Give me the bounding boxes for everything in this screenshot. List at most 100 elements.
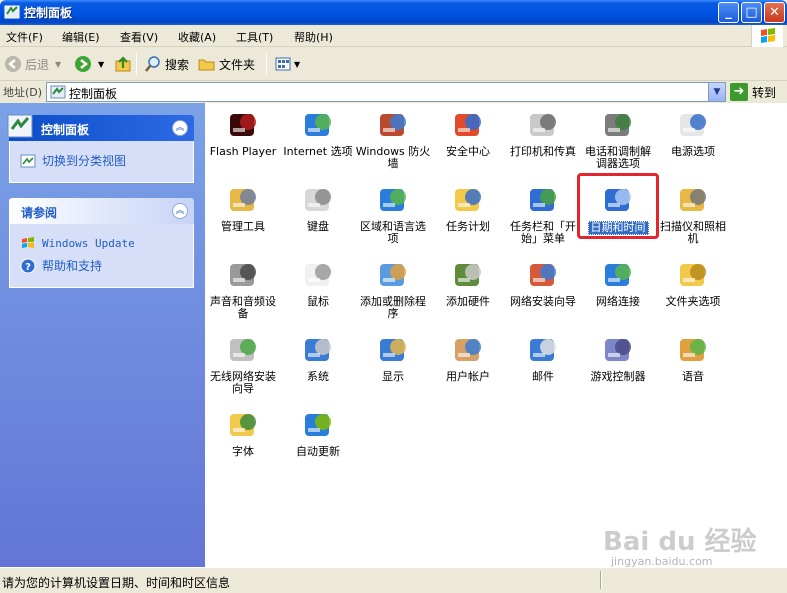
maximize-button[interactable]: □ [741, 2, 762, 23]
automatic-updates-icon [301, 408, 335, 442]
window-title: 控制面板 [24, 6, 73, 20]
back-button[interactable]: 后退 ▼ [4, 52, 61, 76]
control-panel-section-header[interactable]: 控制面板 ︽ [7, 114, 194, 141]
firewall-icon [376, 108, 410, 142]
back-arrow-icon [5, 56, 21, 72]
item-label: 添加硬件 [446, 295, 490, 308]
item-label: 管理工具 [221, 220, 265, 233]
collapse-chevron-icon[interactable]: ︽ [172, 120, 188, 136]
item-label: 字体 [232, 445, 254, 458]
control-panel-item[interactable]: 网络安装向导 [505, 258, 581, 308]
item-label: Windows 防火墙 [355, 145, 431, 170]
control-panel-item[interactable]: 显示 [355, 333, 431, 383]
add-hardware-icon [451, 258, 485, 292]
title-bar: 控制面板 _ □ ✕ [0, 0, 787, 25]
control-panel-item[interactable]: 打印机和传真 [505, 108, 581, 158]
speech-icon [676, 333, 710, 367]
menu-view[interactable]: 查看(V) [120, 29, 158, 45]
control-panel-item[interactable]: 键盘 [280, 183, 356, 233]
control-panel-item[interactable]: 任务栏和「开始」菜单 [505, 183, 581, 245]
control-panel-icon [4, 5, 20, 19]
item-label: 语音 [682, 370, 704, 383]
switch-to-category-view-link[interactable]: 切换到分类视图 [10, 149, 193, 172]
toolbar-separator [266, 53, 267, 75]
windows-update-icon [22, 237, 34, 248]
views-button[interactable]: ▼ [274, 52, 300, 76]
control-panel-item[interactable]: 添加硬件 [430, 258, 506, 308]
control-panel-item[interactable]: 声音和音频设备 [205, 258, 281, 320]
taskbar-start-menu-icon [526, 183, 560, 217]
go-arrow-icon: ➜ [730, 83, 748, 101]
close-button[interactable]: ✕ [764, 2, 785, 23]
control-panel-item[interactable]: 自动更新 [280, 408, 356, 458]
control-panel-item[interactable]: 安全中心 [430, 108, 506, 158]
windows-logo-icon [751, 25, 783, 47]
power-options-icon [676, 108, 710, 142]
item-label: 打印机和传真 [510, 145, 576, 158]
control-panel-item[interactable]: 网络连接 [580, 258, 656, 308]
control-panel-item[interactable]: 添加或删除程序 [355, 258, 431, 320]
control-panel-item[interactable]: 区域和语言选项 [355, 183, 431, 245]
search-icon [145, 56, 160, 72]
minimize-button[interactable]: _ [718, 2, 739, 23]
menu-edit[interactable]: 编辑(E) [62, 29, 100, 45]
item-label: 文件夹选项 [665, 295, 721, 308]
item-label: 任务计划 [446, 220, 490, 233]
address-input[interactable]: 控制面板 ▼ [46, 82, 726, 102]
control-panel-item[interactable]: Windows 防火墙 [355, 108, 431, 170]
see-also-section-header[interactable]: 请参阅 ︽ [9, 198, 194, 224]
mail-icon [526, 333, 560, 367]
see-also-section: 请参阅 ︽ Windows Update ? 帮助和支持 [9, 198, 194, 288]
control-panel-item[interactable]: 邮件 [505, 333, 581, 383]
windows-update-link[interactable]: Windows Update [10, 232, 193, 254]
toolbar: 后退 ▼ ▼ 搜索 文件夹 ▼ [0, 47, 787, 81]
item-label: 鼠标 [307, 295, 329, 308]
address-dropdown-button[interactable]: ▼ [708, 83, 725, 101]
control-panel-item[interactable]: Flash Player [205, 108, 281, 158]
scheduled-tasks-icon [451, 183, 485, 217]
search-button[interactable]: 搜索 [144, 52, 189, 76]
add-remove-programs-icon [376, 258, 410, 292]
item-label: 网络连接 [596, 295, 640, 308]
region-language-icon [376, 183, 410, 217]
control-panel-items: Flash Player Internet 选项 Windows 防火墙 安全中心 打印… [205, 103, 787, 568]
control-panel-item[interactable]: 语音 [655, 333, 731, 383]
item-label: 网络安装向导 [510, 295, 576, 308]
menu-file[interactable]: 文件(F) [6, 29, 43, 45]
control-panel-item[interactable]: 任务计划 [430, 183, 506, 233]
wireless-setup-icon [226, 333, 260, 367]
status-text: 请为您的计算机设置日期、时间和时区信息 [2, 576, 231, 590]
forward-button[interactable]: ▼ [74, 52, 104, 76]
control-panel-item[interactable]: 用户帐户 [430, 333, 506, 383]
control-panel-item[interactable]: 游戏控制器 [580, 333, 656, 383]
menu-favorites[interactable]: 收藏(A) [178, 29, 216, 45]
mouse-icon [301, 258, 335, 292]
menu-help[interactable]: 帮助(H) [294, 29, 333, 45]
control-panel-item[interactable]: 电源选项 [655, 108, 731, 158]
item-label: 扫描仪和照相机 [660, 220, 726, 245]
control-panel-item[interactable]: 文件夹选项 [655, 258, 731, 308]
go-button[interactable]: ➜ 转到 [730, 82, 776, 102]
folders-button[interactable]: 文件夹 [198, 52, 255, 76]
item-label: 显示 [382, 370, 404, 383]
folder-options-icon [676, 258, 710, 292]
sound-audio-icon [226, 258, 260, 292]
collapse-chevron-icon[interactable]: ︽ [172, 203, 188, 219]
control-panel-item[interactable]: 管理工具 [205, 183, 281, 233]
control-panel-item[interactable]: 扫描仪和照相机 [655, 183, 731, 245]
back-dropdown-icon: ▼ [55, 59, 62, 69]
flash-player-icon [226, 108, 260, 142]
menu-tools[interactable]: 工具(T) [236, 29, 273, 45]
control-panel-item[interactable]: Internet 选项 [280, 108, 356, 158]
control-panel-item[interactable]: 系统 [280, 333, 356, 383]
folders-icon [198, 59, 215, 71]
control-panel-item[interactable]: 字体 [205, 408, 281, 458]
help-and-support-link[interactable]: ? 帮助和支持 [10, 254, 193, 277]
toolbar-separator [136, 53, 137, 75]
control-panel-item[interactable]: 鼠标 [280, 258, 356, 308]
control-panel-item[interactable]: 电话和调制解调器选项 [580, 108, 656, 170]
control-panel-item[interactable]: 无线网络安装向导 [205, 333, 281, 395]
user-accounts-icon [451, 333, 485, 367]
control-panel-large-icon [7, 114, 33, 138]
up-folder-button[interactable] [114, 52, 132, 76]
